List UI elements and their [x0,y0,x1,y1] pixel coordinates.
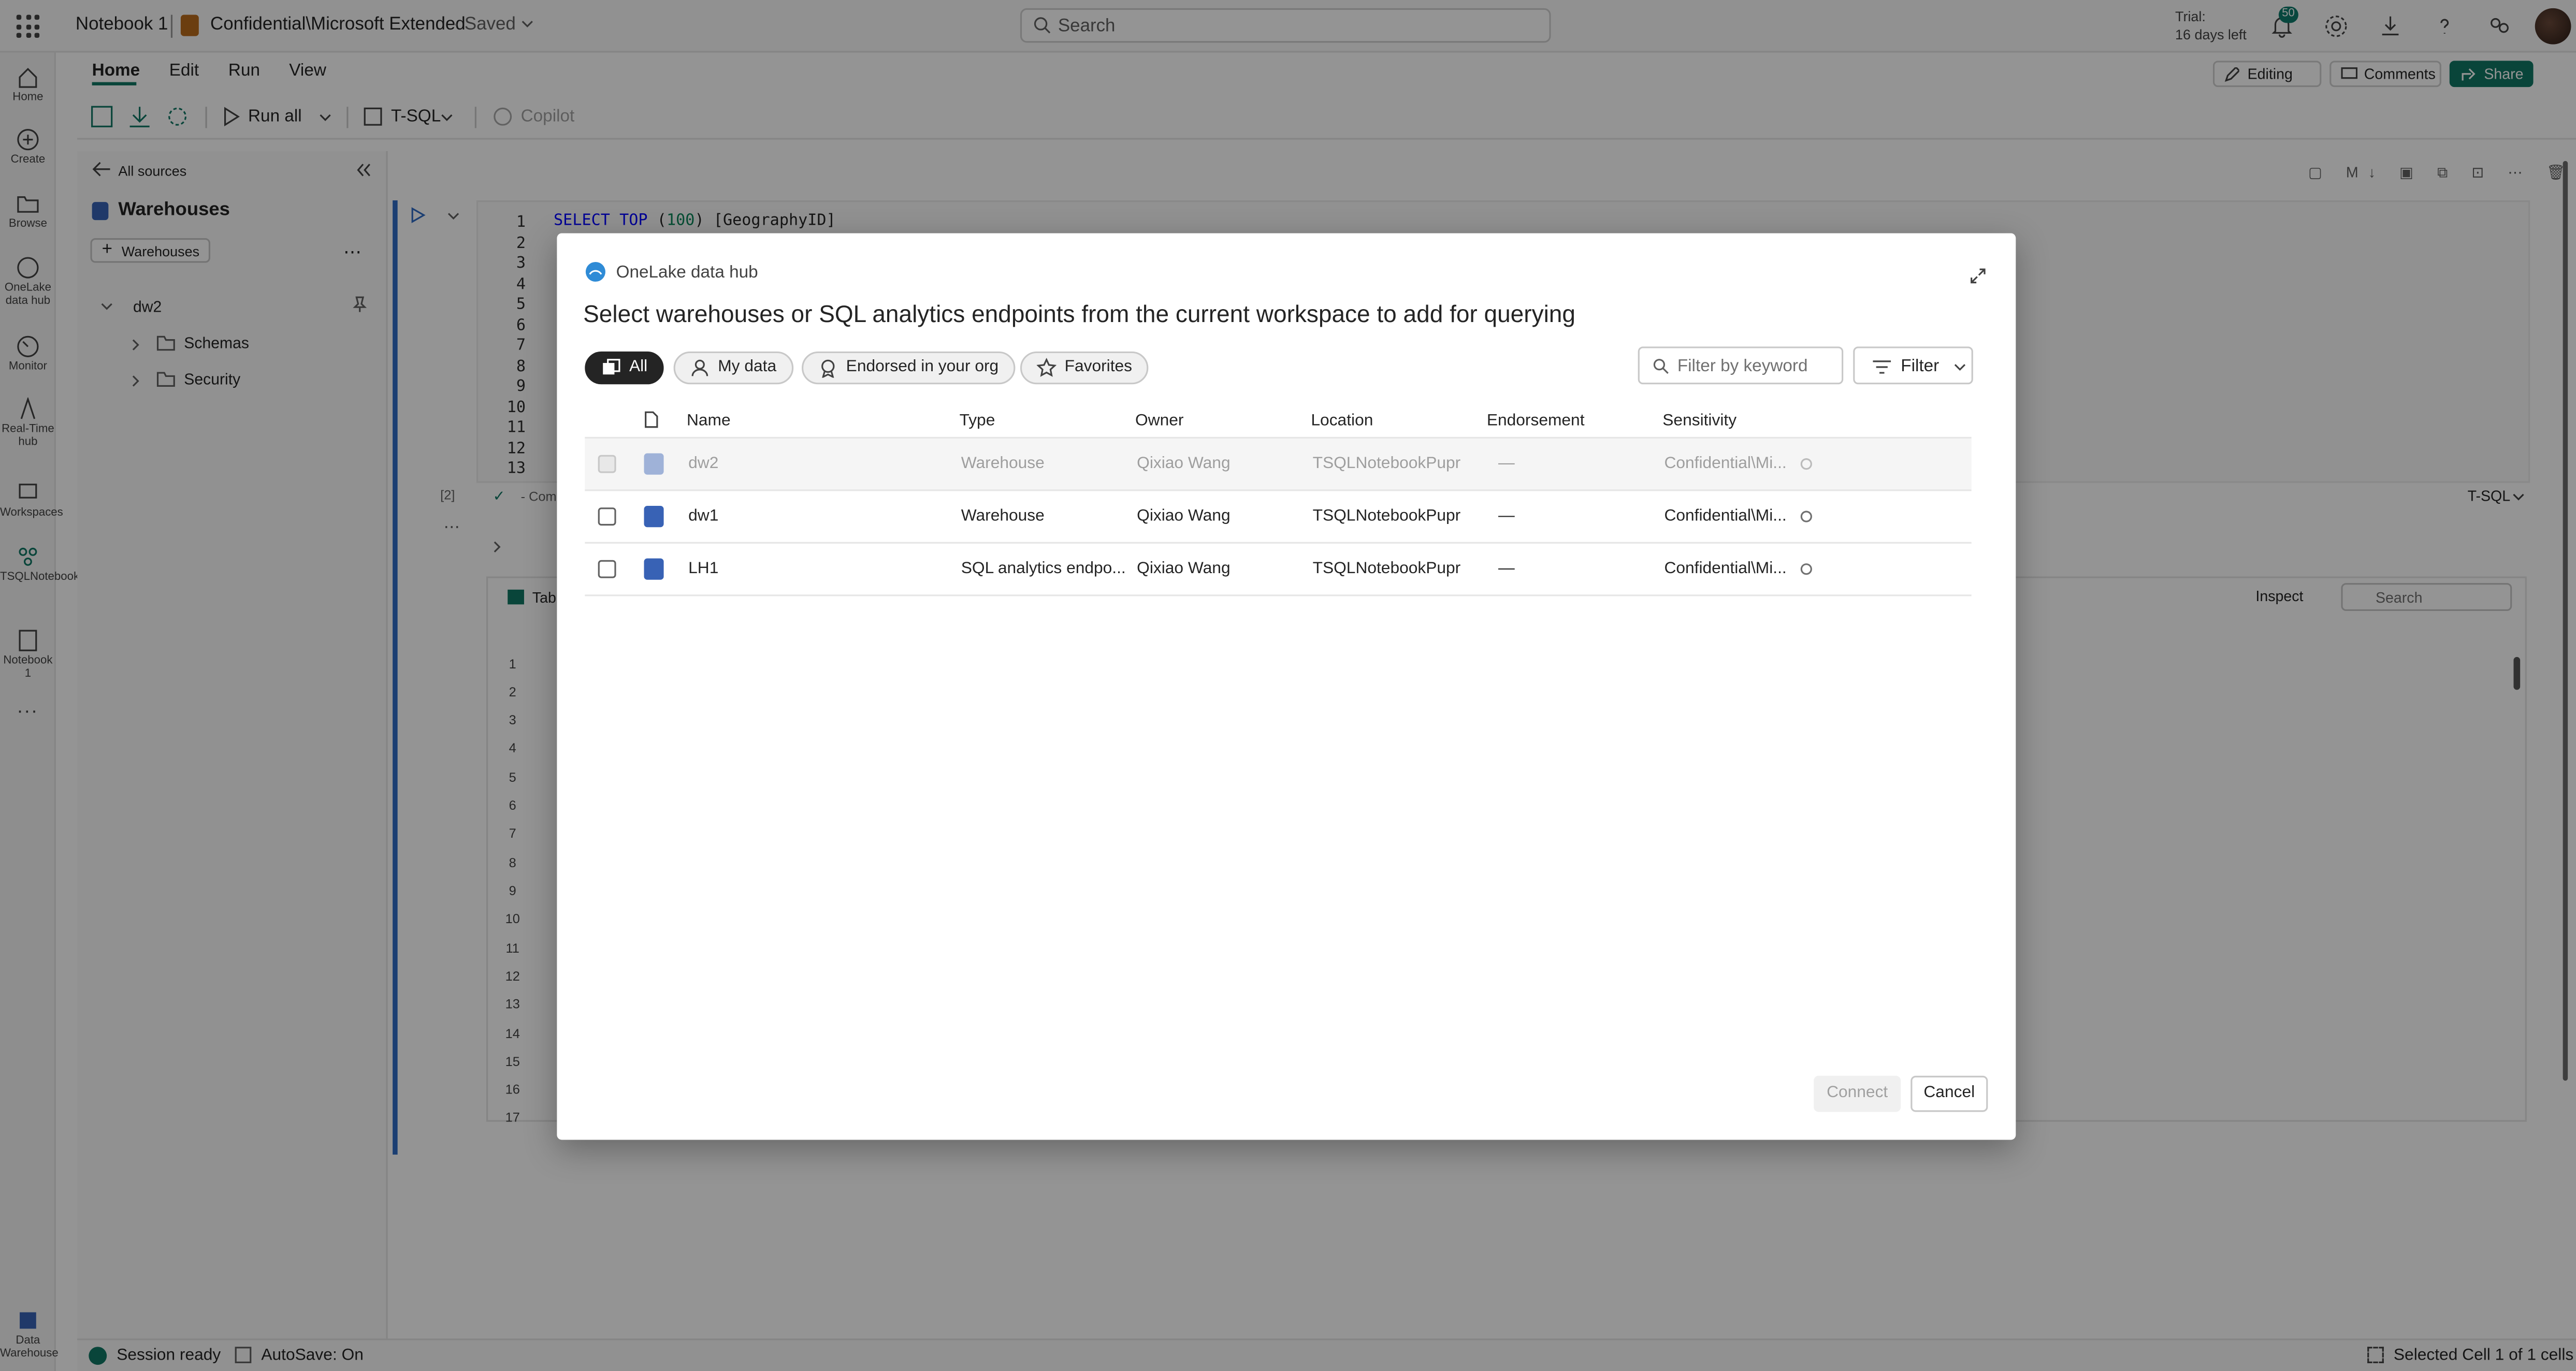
table-row[interactable]: LH1 SQL analytics endpo... Qixiao Wang T… [585,544,1972,596]
filter-pill-endorsed[interactable]: Endorsed in your org [802,351,1015,385]
row-checkbox[interactable] [598,560,616,578]
ribbon-badge-icon [821,359,835,378]
cell-owner: Qixiao Wang [1137,560,1231,578]
info-icon[interactable] [1800,563,1812,575]
cell-type: Warehouse [961,455,1045,473]
cell-location: TSQLNotebookPupr [1312,560,1461,578]
filter-by-keyword-input[interactable]: Filter by keyword [1638,346,1844,385]
cell-sensitivity: Confidential\Mi... [1664,455,1787,473]
cell-owner: Qixiao Wang [1137,455,1231,473]
cell-type: SQL analytics endpo... [961,560,1126,578]
expand-icon[interactable] [1970,268,1986,284]
column-header-owner[interactable]: Owner [1135,412,1183,430]
info-icon [1800,458,1812,470]
cell-type: Warehouse [961,507,1045,526]
filter-placeholder: Filter by keyword [1677,356,1808,376]
filter-pill-my-data[interactable]: My data [673,351,793,385]
file-icon [645,411,658,428]
cell-owner: Qixiao Wang [1137,507,1231,526]
pill-label: My data [718,358,777,376]
filter-button[interactable]: Filter [1853,346,1973,385]
row-checkbox[interactable] [598,507,616,526]
sql-endpoint-icon [644,558,664,580]
filter-icon [1873,360,1891,374]
cell-endorsement: — [1498,560,1515,578]
pill-label: Endorsed in your org [846,358,999,376]
table-row: dw2 Warehouse Qixiao Wang TSQLNotebookPu… [585,438,1972,491]
cell-sensitivity: Confidential\Mi... [1664,507,1787,526]
cube-icon [603,359,620,375]
cell-endorsement: — [1498,507,1515,526]
star-icon [1036,358,1057,377]
pill-label: Favorites [1064,358,1133,376]
column-header-sensitivity[interactable]: Sensitivity [1662,412,1736,430]
onelake-icon [585,261,605,282]
column-header-name[interactable]: Name [687,412,731,430]
cancel-button[interactable]: Cancel [1911,1075,1988,1112]
filter-button-label: Filter [1901,356,1940,376]
info-icon[interactable] [1800,511,1812,522]
cell-endorsement: — [1498,455,1515,473]
table-row[interactable]: dw1 Warehouse Qixiao Wang TSQLNotebookPu… [585,491,1972,544]
warehouse-icon [644,453,664,475]
dialog-title: Select warehouses or SQL analytics endpo… [583,302,1575,329]
row-checkbox [598,455,616,473]
column-header-location[interactable]: Location [1311,412,1373,430]
cell-name: dw1 [688,507,719,526]
column-header-type[interactable]: Type [960,412,995,430]
person-icon [691,359,708,376]
cell-name: LH1 [688,560,719,578]
column-header-endorsement[interactable]: Endorsement [1487,412,1585,430]
filter-pill-all[interactable]: All [585,351,664,385]
chevron-down-icon [1954,364,1966,371]
cell-location: TSQLNotebookPupr [1312,507,1461,526]
cell-sensitivity: Confidential\Mi... [1664,560,1787,578]
warehouse-icon [644,506,664,528]
filter-pill-favorites[interactable]: Favorites [1020,351,1149,385]
onelake-data-hub-dialog: OneLake data hub Select warehouses or SQ… [557,233,2016,1140]
app-window: Notebook 1 Confidential\Microsoft Extend… [0,0,2576,1371]
dialog-hub-name: OneLake data hub [616,262,758,283]
connect-button[interactable]: Connect [1814,1075,1901,1112]
cell-name: dw2 [688,455,719,473]
pill-label: All [629,358,648,376]
cell-location: TSQLNotebookPupr [1312,455,1461,473]
search-icon [1653,359,1669,374]
